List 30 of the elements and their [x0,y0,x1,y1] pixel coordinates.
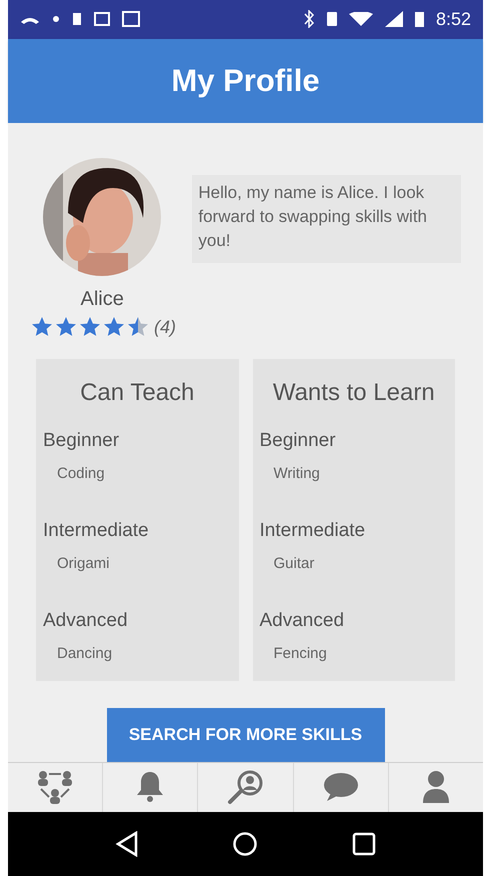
skill-name: Guitar [274,554,316,574]
user-name: Alice [80,286,124,312]
wifi-icon [348,12,373,26]
clock: 8:52 [436,8,471,31]
skill-name: Origami [57,554,111,574]
bio-text: Hello, my name is Alice. I look forward to swapping skills with you! [192,174,461,263]
level-label: Beginner [43,428,120,453]
back-icon[interactable] [114,831,139,858]
bluetooth-icon [302,10,315,28]
level-label: Beginner [260,428,337,453]
signal-icon [384,11,403,28]
search-skills-button[interactable]: SEARCH FOR MORE SKILLS [106,708,384,762]
page-title: My Profile [171,62,320,100]
skill-name: Coding [57,464,106,484]
recents-icon[interactable] [352,832,376,856]
level-label: Advanced [260,608,346,633]
search-user-icon[interactable] [226,769,266,806]
mail-icon [122,11,140,28]
image-icon [94,12,110,26]
skill-name: Fencing [274,644,328,664]
panel-title: Can Teach [79,378,196,408]
home-icon[interactable] [232,831,258,858]
level-label: Advanced [43,608,129,633]
skill-name: Dancing [57,644,114,664]
level-label: Intermediate [43,518,150,543]
panel-title: Wants to Learn [272,378,436,408]
skill-name: Writing [274,464,321,484]
rating-count: (4) [154,316,176,339]
level-label: Intermediate [260,518,366,543]
battery-icon [414,12,424,27]
